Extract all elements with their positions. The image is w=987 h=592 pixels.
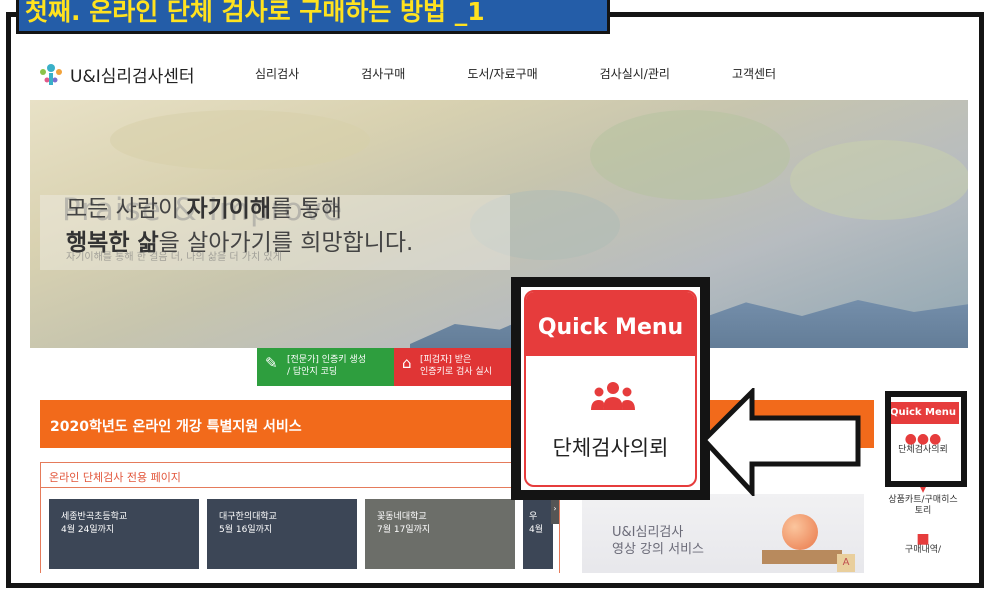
main-nav: 심리검사 검사구매 도서/자료구매 검사실시/관리 고객센터	[255, 65, 838, 82]
site-header: U&I심리검사센터 심리검사 검사구매 도서/자료구매 검사실시/관리 고객센터	[30, 42, 968, 102]
zoom-quick-menu-header: Quick Menu	[526, 292, 695, 356]
quick-menu-highlight	[885, 391, 967, 487]
abc-block-image: A	[837, 554, 855, 572]
group-box-title[interactable]: 온라인 단체검사 전용 페이지	[49, 469, 181, 485]
video-lecture-text: U&I심리검사 영상 강의 서비스	[612, 525, 704, 557]
quick-menu-orders[interactable]: ■ 구매내역/	[887, 531, 959, 556]
zoom-quick-menu-card[interactable]: Quick Menu 단체검사의뢰	[524, 290, 697, 487]
zoom-group-request-label: 단체검사의뢰	[552, 436, 669, 460]
slide-title: 첫째. 온라인 단체 검사로 구매하는 방법 _1	[25, 0, 485, 26]
nav-buy-tests[interactable]: 검사구매	[361, 65, 405, 82]
quick-menu-zoom-callout: Quick Menu 단체검사의뢰	[511, 277, 710, 500]
school-card[interactable]: 세종반곡초등학교 4월 24일까지	[49, 499, 199, 569]
group-test-page-box: 온라인 단체검사 전용 페이지 세종반곡초등학교 4월 24일까지 대구한의대학교…	[40, 462, 560, 573]
logo-people-icon	[36, 60, 66, 88]
quick-menu-cart[interactable]: ▾ 상품카트/구매히스토리	[887, 482, 959, 517]
nav-test-manage[interactable]: 검사실시/관리	[600, 65, 670, 82]
school-card[interactable]: 우 4월	[523, 499, 553, 569]
nav-books[interactable]: 도서/자료구매	[467, 65, 537, 82]
apple-image	[782, 514, 818, 550]
hero-banner: Praise & Improve 모든 사람이 자기이해를 통해 행복한 삶을 …	[30, 100, 968, 348]
nav-psych-tests[interactable]: 심리검사	[255, 65, 299, 82]
service-bar-title: 2020학년도 온라인 개강 특별지원 서비스	[50, 419, 302, 435]
site-logo[interactable]: U&I심리검사센터	[36, 60, 195, 88]
expert-key-button[interactable]: ✎ [전문가] 인증키 생성 / 답안지 코딩	[257, 348, 394, 386]
tester-key-button[interactable]: ⌂ [피검자] 받은 인증키로 검사 실시	[394, 348, 512, 386]
pencil-icon: ✎	[265, 354, 278, 372]
group-people-icon	[591, 380, 635, 412]
nav-support[interactable]: 고객센터	[732, 65, 776, 82]
school-card[interactable]: 꽃동네대학교 7월 17일까지	[365, 499, 515, 569]
mouse-icon: ⌂	[402, 354, 412, 372]
callout-arrow-icon	[700, 388, 861, 496]
slide-title-tab: 첫째. 온라인 단체 검사로 구매하는 방법 _1	[16, 0, 610, 34]
school-card[interactable]: 대구한의대학교 5월 16일까지	[207, 499, 357, 569]
video-lecture-banner[interactable]: U&I심리검사 영상 강의 서비스 A	[582, 494, 864, 573]
hero-subtext: 자기이해를 통해 한 걸음 더, 나의 삶을 더 가치 있게	[66, 252, 282, 263]
books-image	[762, 550, 842, 564]
logo-text: U&I심리검사센터	[70, 66, 195, 87]
truck-icon: ■	[916, 531, 930, 547]
